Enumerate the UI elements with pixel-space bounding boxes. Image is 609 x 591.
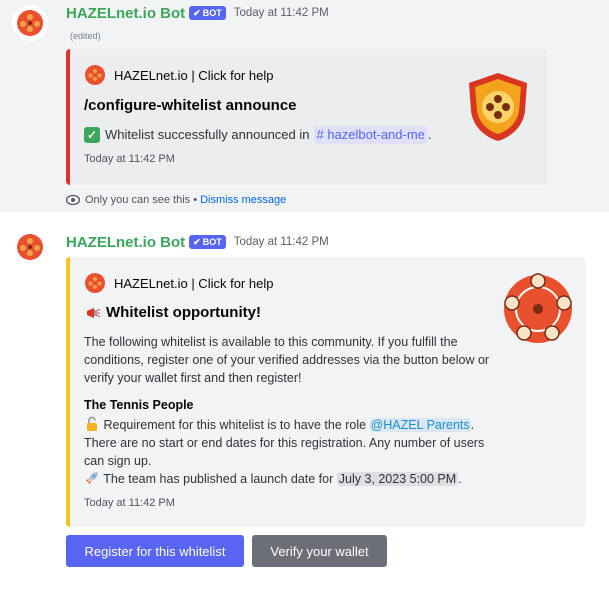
- embed-configure-result: HAZELnet.io | Click for help /configure-…: [66, 49, 547, 185]
- embed-footer: Today at 11:42 PM: [84, 497, 175, 509]
- message-ephemeral: HAZELnet.io Bot ✔ BOT Today at 11:42 PM (…: [0, 0, 609, 212]
- verified-check-icon: ✔: [193, 236, 201, 247]
- verify-wallet-button[interactable]: Verify your wallet: [252, 535, 387, 567]
- message-header: HAZELnet.io Bot ✔ BOT Today at 11:42 PM: [66, 232, 329, 252]
- desc-prefix: Whitelist successfully announced in: [105, 127, 310, 142]
- embed-footer: Today at 11:42 PM: [84, 153, 175, 165]
- embed-description: ✓ Whitelist successfully announced in # …: [84, 126, 432, 144]
- username[interactable]: HAZELnet.io Bot: [66, 234, 185, 251]
- ephemeral-notice: Only you can see this • Dismiss message: [66, 194, 286, 206]
- launch-date: July 3, 2023 5:00 PM: [336, 472, 459, 486]
- shield-thumbnail: [465, 71, 531, 143]
- eye-icon: [66, 195, 80, 205]
- field-name: The Tennis People: [84, 398, 194, 412]
- embed-description: The following whitelist is available to …: [84, 335, 490, 385]
- message-timestamp: Today at 11:42 PM: [233, 236, 329, 248]
- role-mention[interactable]: @HAZEL Parents: [369, 418, 471, 432]
- check-mark-icon: ✓: [84, 127, 100, 143]
- embed-title: /configure-whitelist announce: [84, 97, 297, 114]
- megaphone-icon: [87, 307, 101, 318]
- edited-label: (edited): [70, 31, 101, 41]
- unlock-icon: [87, 416, 97, 431]
- bot-avatar[interactable]: [12, 5, 48, 41]
- author-icon: [84, 272, 106, 294]
- dismiss-message-link[interactable]: Dismiss message: [200, 194, 286, 206]
- embed-author-label: HAZELnet.io | Click for help: [114, 275, 274, 291]
- message-timestamp: Today at 11:42 PM: [233, 7, 329, 19]
- embed-author[interactable]: HAZELnet.io | Click for help: [84, 64, 273, 86]
- embed-author-label: HAZELnet.io | Click for help: [114, 67, 274, 83]
- embed-title: Whitelist opportunity!: [84, 304, 261, 321]
- bot-badge: ✔ BOT: [189, 6, 226, 20]
- channel-mention[interactable]: # hazelbot-and-me: [313, 126, 428, 144]
- embed-author[interactable]: HAZELnet.io | Click for help: [84, 272, 273, 294]
- username[interactable]: HAZELnet.io Bot: [66, 5, 185, 22]
- field-value: Requirement for this whitelist is to hav…: [84, 416, 485, 486]
- verified-check-icon: ✔: [193, 7, 201, 18]
- desc-suffix: .: [427, 127, 432, 142]
- register-whitelist-button[interactable]: Register for this whitelist: [66, 535, 244, 567]
- community-thumbnail: [500, 271, 576, 347]
- embed-whitelist-opportunity: HAZELnet.io | Click for help Whitelist o…: [66, 257, 586, 527]
- bot-avatar[interactable]: [12, 229, 48, 265]
- bot-badge: ✔ BOT: [189, 235, 226, 249]
- rocket-icon: [86, 472, 98, 484]
- message-header: HAZELnet.io Bot ✔ BOT Today at 11:42 PM: [66, 3, 329, 23]
- author-icon: [84, 64, 106, 86]
